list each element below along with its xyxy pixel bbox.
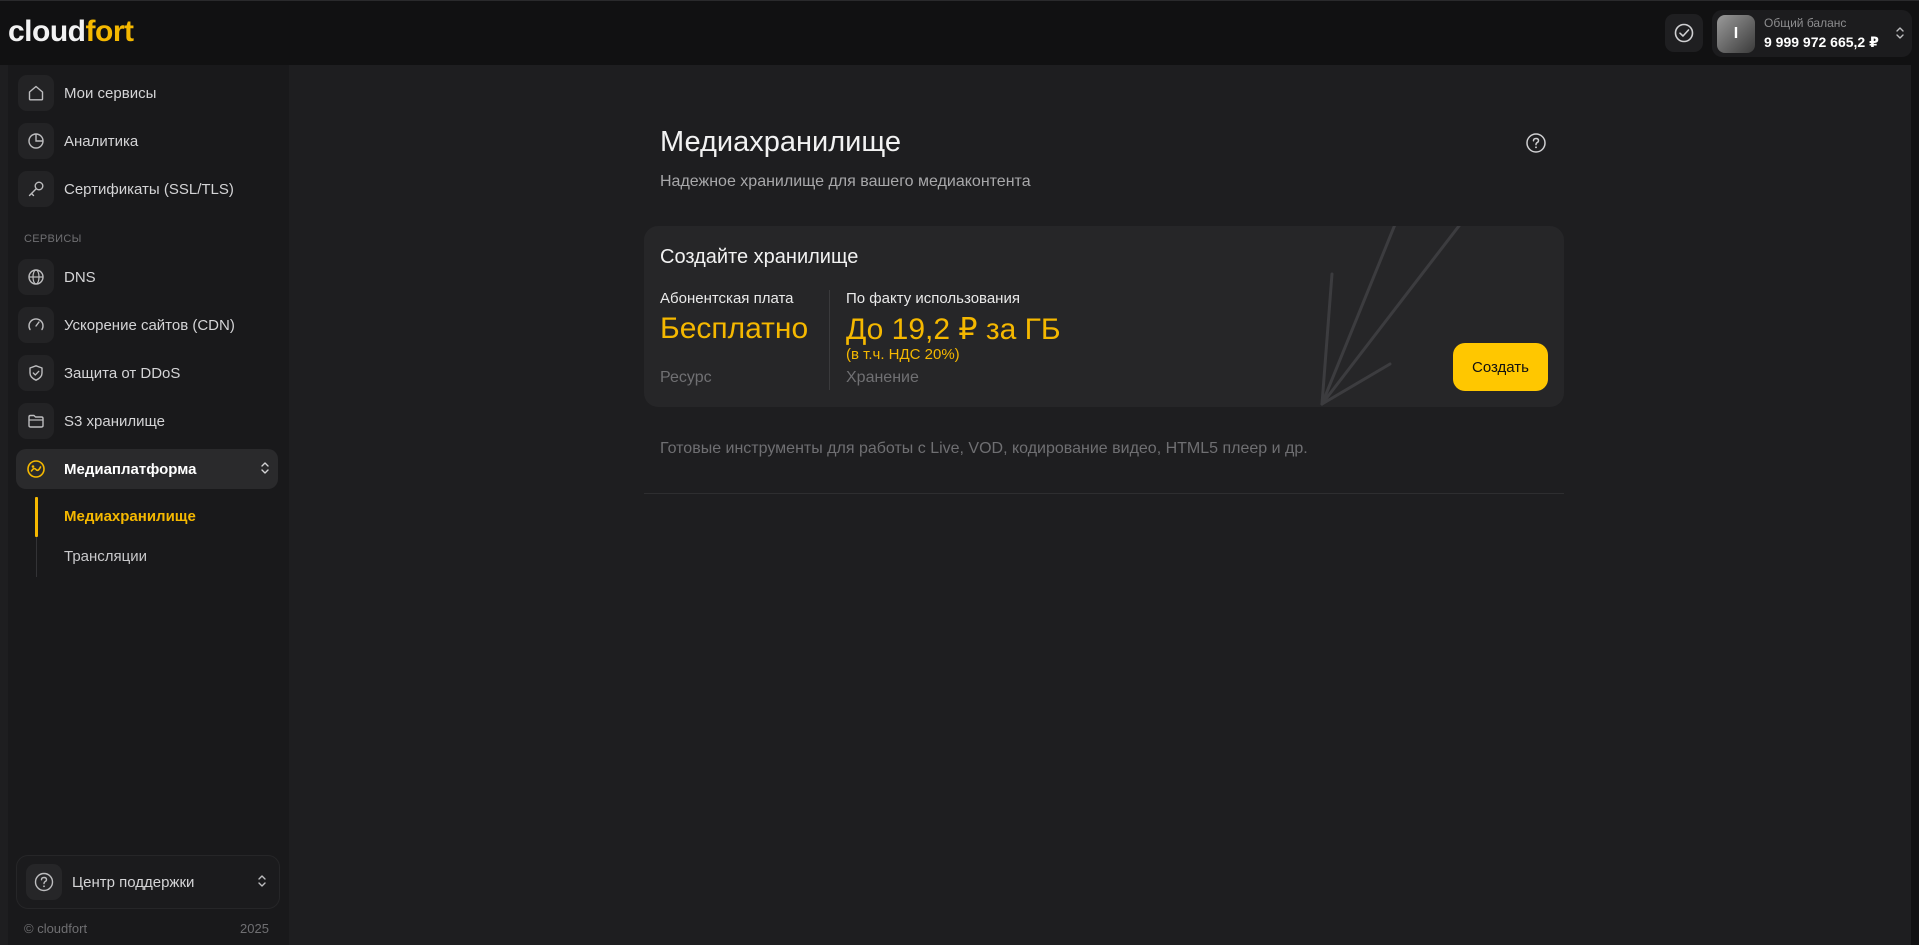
check-circle-icon [1674,23,1694,43]
storage-label: Хранение [846,369,919,386]
vat-note: (в т.ч. НДС 20%) [846,346,960,363]
home-icon [18,75,54,111]
usage-fee-label: По факту использования [846,290,1020,307]
shield-icon [18,355,54,391]
sidebar-item-label: DNS [64,268,96,286]
sidebar-item-ddos[interactable]: Защита от DDoS [16,353,278,393]
globe-icon [18,259,54,295]
sidebar-subitem-media-storage[interactable]: Медиахранилище [64,508,196,525]
help-circle-icon [26,864,62,900]
submenu-active-indicator [35,497,38,537]
sidebar-item-label: Медиаплатформа [64,460,197,478]
sidebar-item-label: Защита от DDoS [64,364,181,382]
speedometer-icon [18,307,54,343]
balance-dropdown[interactable]: I Общий баланс 9 999 972 665,2 ₽ [1712,10,1912,57]
sidebar-item-s3[interactable]: S3 хранилище [16,401,278,441]
copyright: © cloudfort [24,921,88,936]
logo-text-cloud: cloud [8,15,86,48]
card-title: Создайте хранилище [660,246,859,268]
sidebar-item-label: S3 хранилище [64,412,166,430]
sidebar-item-label: Аналитика [64,132,139,150]
tools-description: Готовые инструменты для работы с Live, V… [660,440,1308,457]
sidebar-item-my-services[interactable]: Мои сервисы [16,73,278,113]
sidebar-item-certificates[interactable]: Сертификаты (SSL/TLS) [16,169,278,209]
sidebar-item-cdn[interactable]: Ускорение сайтов (CDN) [16,305,278,345]
right-edge [1911,65,1919,945]
help-circle-icon [1526,133,1546,153]
resource-label: Ресурс [660,369,712,386]
balance-label: Общий баланс [1764,16,1847,30]
chevron-updown-icon [1896,27,1904,39]
sidebar-subitem-streams[interactable]: Трансляции [64,548,147,565]
support-center-label: Центр поддержки [72,873,195,891]
column-divider [829,290,830,390]
sidebar: Мои сервисы Аналитика Сертификаты (SSL/T… [8,65,289,945]
create-storage-card: Создайте хранилище Абонентская плата Бес… [644,226,1564,407]
page-title: Медиахранилище [660,126,901,158]
logo[interactable]: cloudfort [8,15,134,49]
media-icon [18,451,54,487]
sidebar-item-label: Сертификаты (SSL/TLS) [64,180,234,198]
tasks-button[interactable] [1665,14,1703,52]
chevron-updown-icon [261,462,269,474]
avatar: I [1717,15,1755,53]
logo-text-fort: fort [85,15,134,48]
pie-chart-icon [18,123,54,159]
section-label-services: СЕРВИСЫ [24,233,82,245]
copyright-year: 2025 [240,921,269,936]
sidebar-item-analytics[interactable]: Аналитика [16,121,278,161]
key-icon [18,171,54,207]
support-center-button[interactable]: Центр поддержки [16,855,280,909]
folder-icon [18,403,54,439]
sidebar-item-label: Мои сервисы [64,84,157,102]
sidebar-item-dns[interactable]: DNS [16,257,278,297]
usage-fee-value: До 19,2 ₽ за ГБ [846,313,1061,346]
create-button[interactable]: Создать [1453,343,1548,391]
subscription-fee-value: Бесплатно [660,312,809,345]
sidebar-item-mediaplatform[interactable]: Медиаплатформа [16,449,278,489]
sidebar-item-label: Ускорение сайтов (CDN) [64,316,235,334]
page-subtitle: Надежное хранилище для вашего медиаконте… [660,173,1031,190]
subscription-fee-label: Абонентская плата [660,290,794,307]
balance-value: 9 999 972 665,2 ₽ [1764,34,1879,50]
help-button[interactable] [1525,132,1547,159]
content-divider [644,493,1564,494]
top-bar: cloudfort I Общий баланс 9 999 972 665,2… [0,0,1919,65]
chevron-updown-icon [258,875,266,887]
